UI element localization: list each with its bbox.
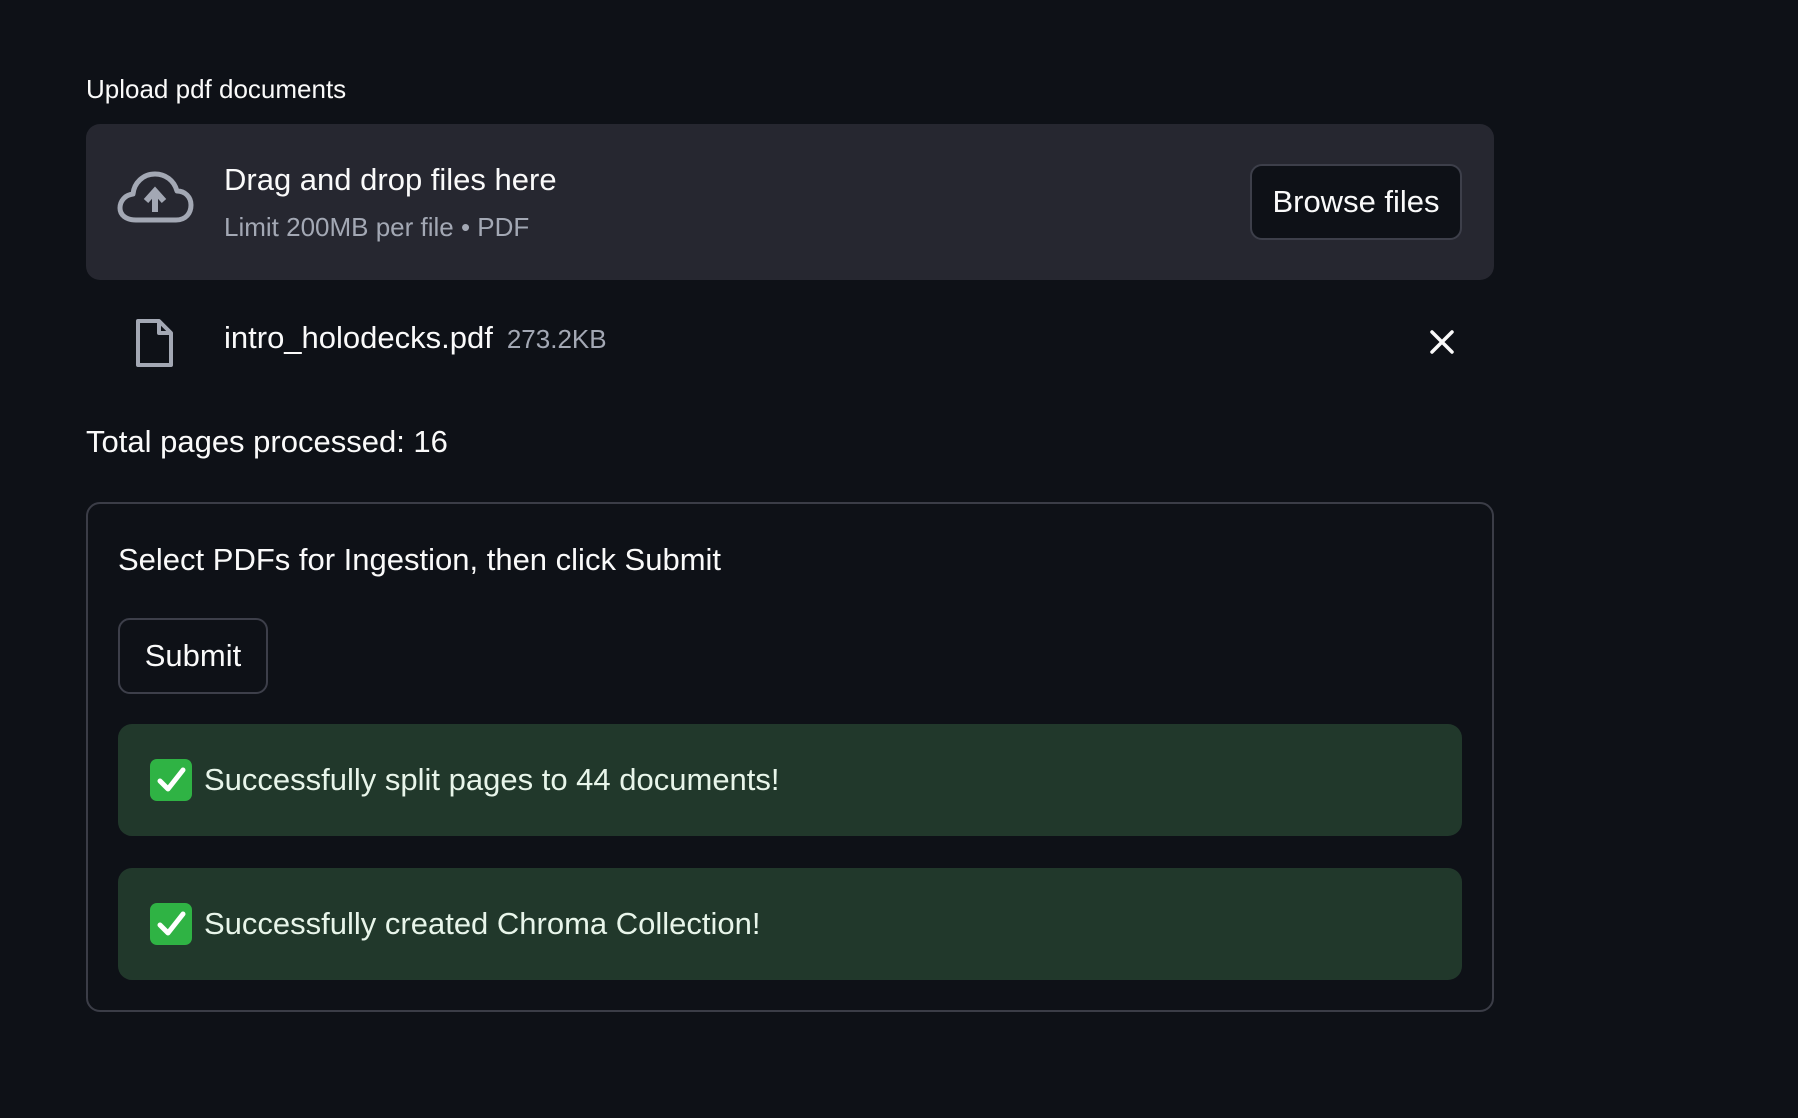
file-name-text: intro_holodecks.pdf xyxy=(224,320,493,355)
browse-files-button[interactable]: Browse files xyxy=(1250,164,1462,240)
uploader-label: Upload pdf documents xyxy=(86,74,347,104)
success-alert: Successfully split pages to 44 documents… xyxy=(118,724,1462,836)
total-pages-text: Total pages processed: 16 xyxy=(86,424,448,459)
success-alert: Successfully created Chroma Collection! xyxy=(118,868,1462,980)
file-icon xyxy=(136,319,173,367)
form-title: Select PDFs for Ingestion, then click Su… xyxy=(118,542,722,577)
uploaded-file-row: intro_holodecks.pdf 273.2KB xyxy=(86,296,1494,386)
success-alert-text: Successfully created Chroma Collection! xyxy=(204,906,761,941)
success-alert-text: Successfully split pages to 44 documents… xyxy=(204,762,780,797)
dropzone-title: Drag and drop files here xyxy=(224,162,557,197)
close-icon[interactable] xyxy=(1424,324,1460,360)
check-icon xyxy=(150,903,192,945)
ingestion-form: Select PDFs for Ingestion, then click Su… xyxy=(86,502,1494,1012)
submit-button[interactable]: Submit xyxy=(118,618,268,694)
file-dropzone[interactable]: Drag and drop files here Limit 200MB per… xyxy=(86,124,1494,280)
file-size: 273.2KB xyxy=(506,324,607,354)
uploaded-file-name: intro_holodecks.pdf 273.2KB xyxy=(224,320,607,356)
cloud-upload-icon xyxy=(117,171,194,223)
check-icon xyxy=(150,759,192,801)
dropzone-limit: Limit 200MB per file • PDF xyxy=(224,212,530,242)
app-page: Upload pdf documents Drag and drop files… xyxy=(0,0,1798,1118)
